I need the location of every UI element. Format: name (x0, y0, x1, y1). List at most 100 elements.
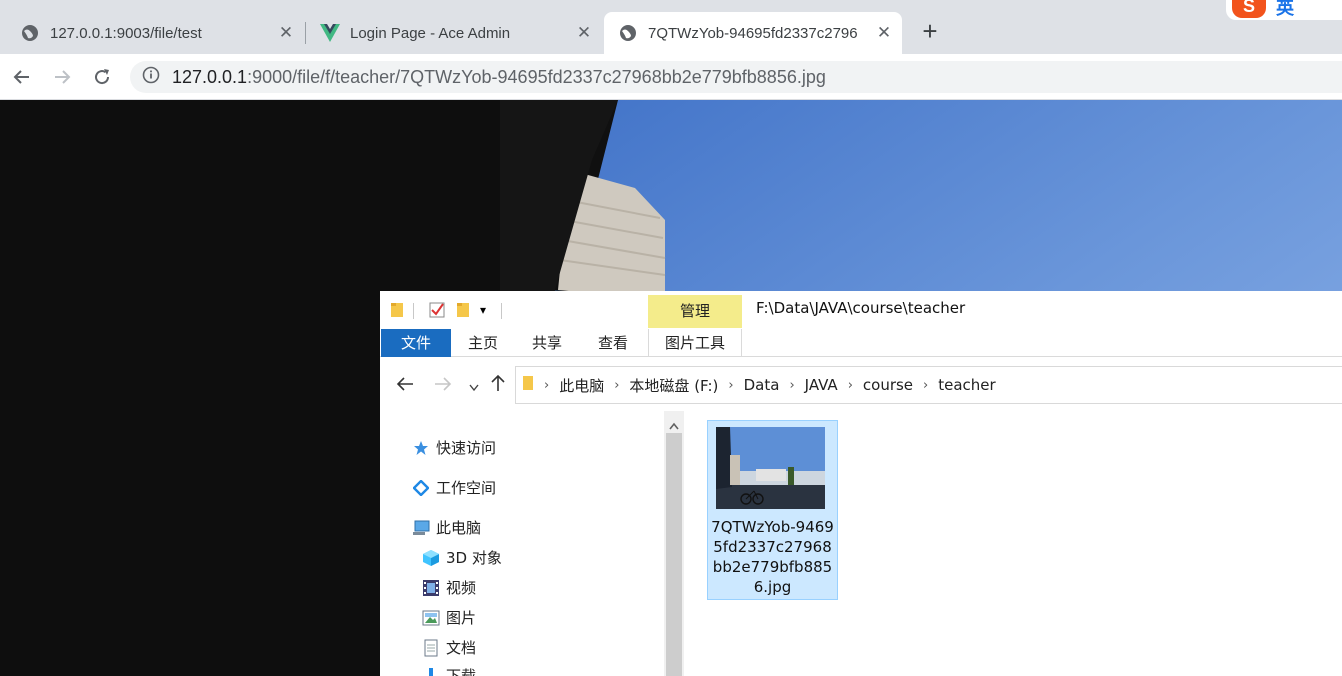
browser-tabstrip: 127.0.0.1:9003/file/test ✕ Login Page - … (0, 0, 1342, 54)
nav-label: 快速访问 (436, 439, 497, 457)
quick-access-toolbar: ▾ (380, 291, 650, 329)
info-icon[interactable] (142, 66, 160, 89)
address-bar[interactable]: 127.0.0.1:9000/file/f/teacher/7QTWzYob-9… (130, 61, 1342, 93)
breadcrumb-java[interactable]: › JAVA (779, 376, 837, 394)
computer-icon (412, 519, 430, 537)
back-button[interactable] (10, 65, 34, 89)
nav-label: 图片 (446, 609, 477, 627)
breadcrumb-teacher[interactable]: › teacher (913, 376, 996, 394)
nav-label: 文档 (446, 639, 477, 657)
tab-image[interactable]: 7QTWzYob-94695fd2337c2796 ✕ (604, 12, 902, 54)
close-icon[interactable]: ✕ (276, 23, 296, 43)
back-arrow-icon (13, 70, 29, 84)
manage-context-tab[interactable]: 管理 (648, 295, 742, 328)
nav-label: 工作空间 (436, 479, 497, 497)
close-icon[interactable]: ✕ (574, 23, 594, 43)
forward-arrow-icon (55, 70, 71, 84)
back-arrow-icon[interactable] (396, 376, 414, 396)
folder-icon (522, 375, 534, 395)
scrollbar-thumb[interactable] (666, 433, 682, 676)
nav-pictures[interactable]: 图片 (422, 607, 476, 628)
file-item-selected[interactable]: 7QTWzYob-94695fd2337c27968bb2e779bfb8856… (707, 420, 838, 600)
breadcrumb-course[interactable]: › course (838, 376, 913, 394)
nav-downloads[interactable]: 下载 (422, 665, 476, 676)
globe-icon (20, 23, 40, 43)
new-tab-button[interactable]: + (918, 18, 942, 44)
toolbar-separator (501, 303, 502, 319)
breadcrumb-label: JAVA (804, 376, 838, 394)
chevron-right-icon: › (614, 377, 620, 393)
image-thumbnail (716, 427, 825, 509)
nav-quick-access[interactable]: 快速访问 (412, 437, 496, 458)
document-icon (422, 639, 440, 657)
nav-label: 视频 (446, 579, 477, 597)
star-icon (412, 439, 430, 457)
window-title-path: F:\Data\JAVA\course\teacher (756, 299, 966, 317)
nav-documents[interactable]: 文档 (422, 637, 476, 658)
breadcrumb-label: 本地磁盘 (F:) (629, 376, 719, 395)
nav-videos[interactable]: 视频 (422, 577, 476, 598)
nav-label: 3D 对象 (446, 549, 502, 567)
folder-icon[interactable] (390, 301, 404, 323)
ime-language: 英 (1276, 0, 1294, 18)
chevron-right-icon: › (544, 377, 550, 393)
breadcrumb-label: course (862, 376, 914, 394)
chevron-right-icon: › (728, 377, 734, 393)
file-name-label: 7QTWzYob-94695fd2337c27968bb2e779bfb8856… (711, 518, 834, 596)
chevron-right-icon: › (923, 377, 929, 393)
properties-icon[interactable] (428, 301, 446, 323)
url-path: :9000/file/f/teacher/7QTWzYob-94695fd233… (247, 66, 826, 87)
new-folder-icon[interactable] (456, 301, 470, 323)
toolbar-separator (413, 303, 414, 319)
reload-icon (95, 69, 110, 85)
vue-logo-icon (320, 23, 340, 43)
chevron-right-icon: › (847, 377, 853, 393)
ime-indicator[interactable]: S 英 (1226, 0, 1342, 20)
film-icon (422, 579, 440, 597)
breadcrumb-label: Data (743, 376, 780, 394)
tab-file-test[interactable]: 127.0.0.1:9003/file/test ✕ (0, 12, 304, 54)
breadcrumb-drive[interactable]: › 本地磁盘 (F:) (604, 375, 718, 396)
browser-toolbar: 127.0.0.1:9000/file/f/teacher/7QTWzYob-9… (0, 54, 1342, 100)
nav-3d-objects[interactable]: 3D 对象 (422, 547, 502, 568)
download-icon (422, 667, 440, 676)
up-arrow-icon[interactable] (490, 374, 506, 396)
tab-title: 7QTWzYob-94695fd2337c2796 (648, 24, 858, 42)
url-host: 127.0.0.1 (172, 66, 248, 87)
reload-button[interactable] (90, 65, 114, 89)
url-text: 127.0.0.1:9000/file/f/teacher/7QTWzYob-9… (172, 67, 826, 88)
scroll-up-icon[interactable] (669, 415, 679, 434)
recent-locations-chevron-icon[interactable] (468, 378, 480, 397)
tab-home[interactable]: 主页 (456, 329, 510, 357)
picture-icon (422, 609, 440, 627)
forward-arrow-icon[interactable] (434, 376, 452, 396)
nav-this-pc[interactable]: 此电脑 (412, 517, 481, 538)
close-icon[interactable]: ✕ (874, 23, 894, 43)
tab-picture-tools[interactable]: 图片工具 (649, 329, 741, 357)
ribbon-tabs: 文件 主页 共享 查看 图片工具 (380, 329, 1342, 357)
sogou-logo-icon: S (1232, 0, 1266, 18)
breadcrumb-data[interactable]: › Data (718, 376, 779, 394)
breadcrumb-label: teacher (938, 376, 996, 394)
tab-view[interactable]: 查看 (586, 329, 640, 357)
chevron-right-icon: › (789, 377, 795, 393)
tab-file[interactable]: 文件 (381, 329, 451, 357)
nav-label: 此电脑 (436, 519, 482, 537)
file-list-pane: 7QTWzYob-94695fd2337c27968bb2e779bfb8856… (684, 411, 1342, 676)
tab-title: 127.0.0.1:9003/file/test (50, 24, 202, 42)
nav-label: 下载 (446, 667, 477, 676)
picture-tools-group: 图片工具 (648, 329, 742, 357)
explorer-address-bar[interactable]: › 此电脑 › 本地磁盘 (F:) › Data › JAVA › course › tea… (515, 366, 1342, 404)
tab-login-page[interactable]: Login Page - Ace Admin ✕ (300, 12, 602, 54)
breadcrumb-this-pc[interactable]: › 此电脑 (534, 375, 604, 396)
globe-icon (618, 23, 638, 43)
nav-workspace[interactable]: 工作空间 (412, 477, 496, 498)
forward-button[interactable] (50, 65, 74, 89)
workspace-icon (412, 479, 430, 497)
cube-icon (422, 549, 440, 567)
tab-share[interactable]: 共享 (520, 329, 574, 357)
customize-dropdown-icon[interactable]: ▾ (480, 303, 486, 317)
breadcrumb-label: 此电脑 (559, 376, 605, 395)
tab-title: Login Page - Ace Admin (350, 24, 511, 42)
nav-pane-scrollbar[interactable] (664, 411, 684, 676)
